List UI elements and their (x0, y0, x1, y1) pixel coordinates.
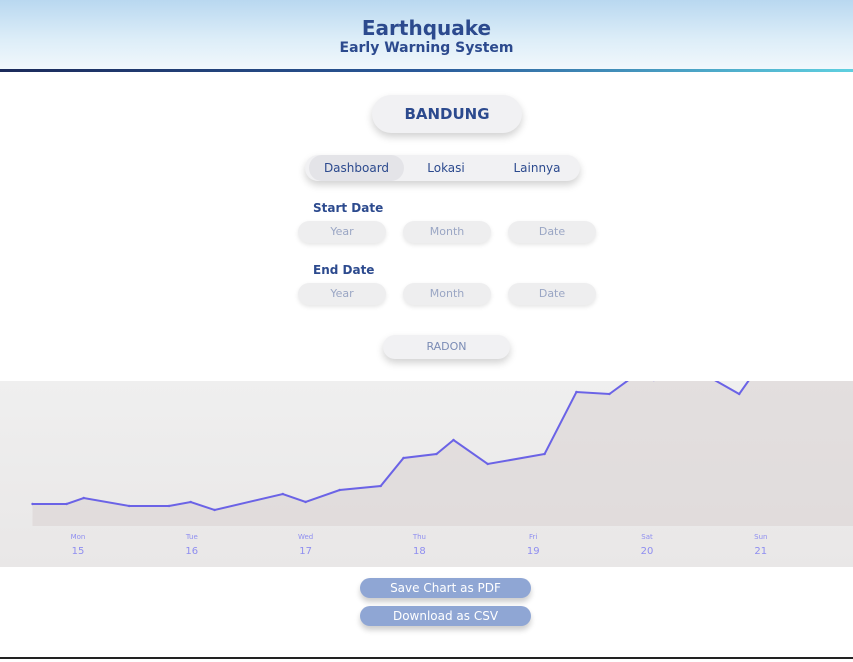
data-point (304, 500, 307, 504)
data-point (82, 496, 85, 500)
data-point (338, 488, 341, 492)
start-month-input[interactable]: Month (403, 221, 491, 243)
nav-tabs: Dashboard Lokasi Lainnya (305, 155, 580, 181)
end-date-input[interactable]: Date (508, 283, 596, 305)
x-tick-day: Sat (641, 533, 653, 541)
data-point (608, 392, 611, 396)
x-tick-day: Tue (185, 533, 198, 541)
data-point (213, 508, 216, 512)
end-year-input[interactable]: Year (298, 283, 386, 305)
data-point (189, 500, 192, 504)
save-pdf-button[interactable]: Save Chart as PDF (360, 578, 531, 598)
x-tick-date: 18 (413, 546, 426, 557)
data-point (452, 438, 455, 442)
radon-chart: Mon15Tue16Wed17Thu18Fri19Sat20Sun21M (31, 381, 853, 557)
sensor-radon-button[interactable]: RADON (383, 335, 510, 359)
x-tick-day: Thu (412, 533, 426, 541)
x-tick-date: 15 (72, 546, 85, 557)
data-point (31, 502, 34, 506)
start-year-input[interactable]: Year (298, 221, 386, 243)
data-point (65, 502, 68, 506)
location-selector[interactable]: BANDUNG (372, 95, 522, 133)
header-divider (0, 69, 853, 72)
x-tick-date: 19 (527, 546, 540, 557)
data-point (281, 492, 284, 496)
x-tick-date: 21 (754, 546, 767, 557)
app-title: Earthquake (361, 16, 492, 40)
end-date-label: End Date (313, 263, 375, 277)
data-point (486, 462, 489, 466)
start-date-label: Start Date (313, 201, 384, 215)
data-point (435, 452, 438, 456)
data-point (543, 452, 546, 456)
data-point (738, 392, 741, 396)
x-tick-date: 17 (299, 546, 312, 557)
x-tick-day: Sun (754, 533, 767, 541)
app-header: Earthquake Early Warning System (0, 0, 853, 70)
data-point (379, 484, 382, 488)
data-point (128, 504, 131, 508)
series-area (32, 381, 853, 526)
app-subtitle: Early Warning System (339, 40, 514, 56)
tab-dashboard[interactable]: Dashboard (309, 155, 404, 181)
x-tick-date: 20 (641, 546, 654, 557)
data-point (402, 456, 405, 460)
footer-divider (0, 657, 853, 659)
x-tick-day: Fri (529, 533, 537, 541)
x-tick-day: Wed (298, 533, 313, 541)
tab-lokasi[interactable]: Lokasi (401, 155, 491, 181)
end-month-input[interactable]: Month (403, 283, 491, 305)
download-csv-button[interactable]: Download as CSV (360, 606, 531, 626)
data-point (167, 504, 171, 508)
x-tick-day: Mon (71, 533, 86, 541)
tab-lainnya[interactable]: Lainnya (495, 155, 579, 181)
start-date-input[interactable]: Date (508, 221, 596, 243)
x-tick-date: 16 (185, 546, 198, 557)
data-point (575, 390, 578, 394)
